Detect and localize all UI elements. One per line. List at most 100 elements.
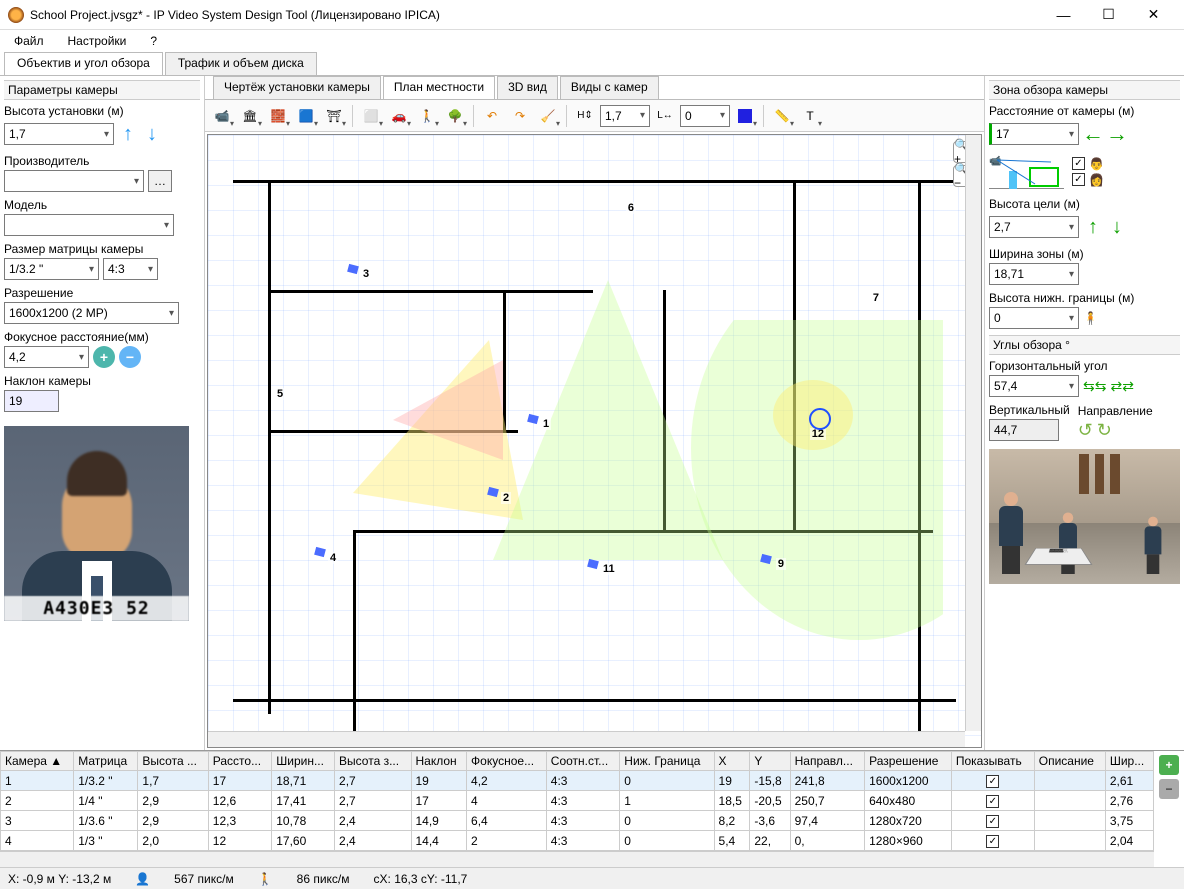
vertical-scrollbar[interactable] [965, 135, 981, 731]
expand-horiz-icon[interactable]: ⇆⇆ [1083, 378, 1106, 395]
focal-minus-button[interactable]: − [119, 346, 141, 368]
camera-1-label[interactable]: 1 [541, 418, 551, 430]
camera-6-label[interactable]: 6 [626, 202, 636, 214]
car-obj-icon[interactable]: 🚗 [386, 103, 412, 129]
menu-file[interactable]: Файл [4, 32, 54, 50]
camera-tool-icon[interactable]: 📹 [209, 103, 235, 129]
camera-12-target[interactable] [809, 408, 831, 430]
column-tool-icon[interactable]: 🏛 [237, 103, 263, 129]
zone-width-combo[interactable]: 18,71 [989, 263, 1079, 285]
rotate-ccw-icon[interactable]: ↺ [1078, 420, 1093, 441]
ruler-icon[interactable]: 📏 [769, 103, 795, 129]
target-height-up-icon[interactable]: ↑ [1083, 213, 1103, 241]
lower-bound-combo[interactable]: 0 [989, 307, 1079, 329]
menu-help[interactable]: ? [140, 32, 167, 50]
table-obj-icon[interactable]: ⬜ [358, 103, 384, 129]
table-header[interactable]: Ниж. Граница [620, 752, 714, 771]
floor-plan-canvas[interactable]: 1 2 3 4 5 6 7 9 11 12 🔍+ 🔍− [207, 134, 982, 748]
table-header[interactable]: Показывать [951, 752, 1034, 771]
color-picker-icon[interactable] [732, 103, 758, 129]
table-header[interactable]: Рассто... [208, 752, 271, 771]
table-row[interactable]: 11/3.2 "1,71718,712,7194,24:3019-15,8241… [1, 771, 1154, 791]
focal-plus-button[interactable]: + [93, 346, 115, 368]
focal-combo[interactable]: 4,2 [4, 346, 89, 368]
remove-row-button[interactable]: − [1159, 779, 1179, 799]
resolution-combo[interactable]: 1600x1200 (2 MP) [4, 302, 179, 324]
table-row[interactable]: 31/3.6 "2,912,310,782,414,96,44:308,2-3,… [1, 811, 1154, 831]
camera-9-label[interactable]: 9 [776, 558, 786, 570]
camera-11-label[interactable]: 11 [601, 563, 617, 575]
person-obj-icon[interactable]: 🚶 [414, 103, 440, 129]
table-header[interactable]: X [714, 752, 750, 771]
height-combo[interactable]: 1,7 [600, 105, 650, 127]
redo-icon[interactable]: ↷ [507, 103, 533, 129]
vert-angle-input[interactable] [989, 419, 1059, 441]
lift-combo[interactable]: 0 [680, 105, 730, 127]
table-header[interactable]: Шир... [1105, 752, 1153, 771]
male-checkbox[interactable] [1072, 157, 1085, 170]
tab-traffic-disk[interactable]: Трафик и объем диска [165, 52, 317, 75]
table-header[interactable]: Направл... [790, 752, 865, 771]
menu-settings[interactable]: Настройки [58, 32, 137, 50]
table-header[interactable]: Высота ... [138, 752, 208, 771]
table-header[interactable]: Высота з... [335, 752, 411, 771]
table-scrollbar[interactable] [0, 851, 1154, 867]
tilt-input[interactable] [4, 390, 59, 412]
camera-7-label[interactable]: 7 [871, 292, 881, 304]
box-tool-icon[interactable]: 🟦 [293, 103, 319, 129]
aspect-combo[interactable]: 4:3 [103, 258, 158, 280]
camera-3-label[interactable]: 3 [361, 268, 371, 280]
table-header[interactable]: Камера ▲ [1, 752, 74, 771]
model-combo[interactable] [4, 214, 174, 236]
manufacturer-browse-button[interactable]: … [148, 170, 172, 192]
show-checkbox[interactable] [986, 795, 999, 808]
horiz-angle-combo[interactable]: 57,4 [989, 375, 1079, 397]
text-tool-icon[interactable]: T [797, 103, 823, 129]
camera-table[interactable]: Камера ▲МатрицаВысота ...Рассто...Ширин.… [0, 751, 1154, 851]
table-header[interactable]: Ширин... [272, 752, 335, 771]
table-header[interactable]: Матрица [74, 752, 138, 771]
add-row-button[interactable]: + [1159, 755, 1179, 775]
distance-combo[interactable]: 17 [989, 123, 1079, 145]
table-row[interactable]: 41/3 "2,01217,602,414,424:305,422,0,1280… [1, 831, 1154, 851]
female-checkbox[interactable] [1072, 173, 1085, 186]
tab-site-plan[interactable]: План местности [383, 76, 495, 99]
wall-tool-icon[interactable]: 🧱 [265, 103, 291, 129]
target-height-down-icon[interactable]: ↓ [1107, 213, 1127, 241]
close-button[interactable]: ✕ [1131, 1, 1176, 29]
tab-install-drawing[interactable]: Чертёж установки камеры [213, 76, 381, 99]
manufacturer-combo[interactable] [4, 170, 144, 192]
table-header[interactable]: Наклон [411, 752, 467, 771]
fence-tool-icon[interactable]: ⛩ [321, 103, 347, 129]
tab-lens-fov[interactable]: Объектив и угол обзора [4, 52, 163, 75]
eraser-icon[interactable]: 🧹 [535, 103, 561, 129]
show-checkbox[interactable] [986, 815, 999, 828]
horizontal-scrollbar[interactable] [208, 731, 965, 747]
show-checkbox[interactable] [986, 835, 999, 848]
show-checkbox[interactable] [986, 775, 999, 788]
install-height-up-icon[interactable]: ↑ [118, 120, 138, 148]
table-header[interactable]: Разрешение [865, 752, 952, 771]
table-header[interactable]: Y [750, 752, 790, 771]
camera-5-label[interactable]: 5 [275, 388, 285, 400]
camera-4-label[interactable]: 4 [328, 552, 338, 564]
table-header[interactable]: Описание [1034, 752, 1105, 771]
undo-icon[interactable]: ↶ [479, 103, 505, 129]
sensor-combo[interactable]: 1/3.2 " [4, 258, 99, 280]
tab-3d-view[interactable]: 3D вид [497, 76, 558, 99]
maximize-button[interactable]: ☐ [1086, 1, 1131, 29]
table-header[interactable]: Фокусное... [467, 752, 547, 771]
minimize-button[interactable]: — [1041, 1, 1086, 29]
distance-left-icon[interactable]: ← [1083, 120, 1103, 148]
table-header[interactable]: Соотн.ст... [546, 752, 619, 771]
camera-2-label[interactable]: 2 [501, 492, 511, 504]
table-row[interactable]: 21/4 "2,912,617,412,71744:3118,5-20,5250… [1, 791, 1154, 811]
distance-right-icon[interactable]: → [1107, 120, 1127, 148]
install-height-combo[interactable]: 1,7 [4, 123, 114, 145]
tab-camera-views[interactable]: Виды с камер [560, 76, 659, 99]
target-height-combo[interactable]: 2,7 [989, 216, 1079, 238]
rotate-cw-icon[interactable]: ↻ [1097, 420, 1112, 441]
install-height-down-icon[interactable]: ↓ [142, 120, 162, 148]
tree-obj-icon[interactable]: 🌳 [442, 103, 468, 129]
contract-horiz-icon[interactable]: ⇄⇄ [1110, 378, 1133, 395]
